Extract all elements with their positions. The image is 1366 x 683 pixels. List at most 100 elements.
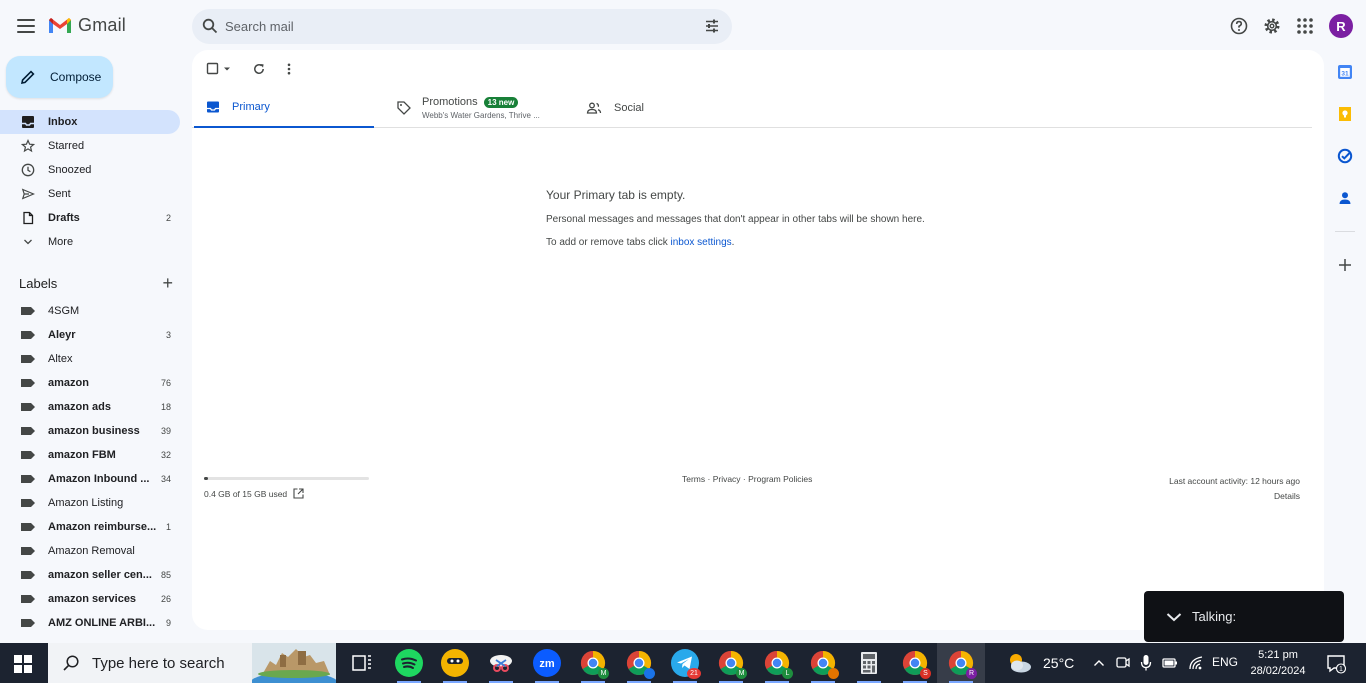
label-name: amazon FBM	[48, 449, 116, 461]
chrome-profile-icon[interactable]: M	[579, 649, 609, 679]
labels-list: 4SGM Aleyr 3 Altex amazon 76 amazon ads 18 amazo…	[0, 299, 180, 635]
sidebar-item-inbox[interactable]: Inbox	[0, 110, 180, 134]
chrome-profile-icon[interactable]: S	[901, 649, 931, 679]
taskbar-clock[interactable]: 5:21 pm 28/02/2024	[1248, 647, 1308, 679]
label-count: 9	[165, 618, 171, 628]
sidebar-label-item[interactable]: 4SGM	[0, 299, 180, 323]
sidebar-label-item[interactable]: amazon services 26	[0, 587, 180, 611]
sidebar-label-item[interactable]: Altex	[0, 347, 180, 371]
sidebar-item-drafts[interactable]: Drafts 2	[0, 206, 180, 230]
chrome-profile-icon[interactable]	[809, 649, 839, 679]
help-icon[interactable]	[1229, 16, 1249, 36]
search-options-icon[interactable]	[704, 18, 720, 34]
send-icon	[20, 186, 36, 202]
inbox-settings-link[interactable]: inbox settings	[671, 237, 732, 248]
gmail-m-icon	[49, 17, 71, 33]
storage-meter-fill	[204, 477, 209, 480]
label-count: 85	[160, 570, 171, 580]
chrome-profile-icon[interactable]: R	[947, 649, 977, 679]
sidebar-item-count: 2	[165, 213, 171, 223]
battery-icon[interactable]	[1162, 656, 1178, 670]
sidebar-item-sent[interactable]: Sent	[0, 182, 180, 206]
taskbar-search-box[interactable]: Type here to search	[48, 643, 336, 683]
settings-gear-icon[interactable]	[1262, 16, 1282, 36]
contacts-icon[interactable]	[1337, 190, 1353, 206]
sidebar-label-item[interactable]: Amazon reimburse... 1	[0, 515, 180, 539]
sidebar-item-starred[interactable]: Starred	[0, 134, 180, 158]
tab-primary[interactable]: Primary	[194, 88, 374, 128]
sidebar-label-item[interactable]: amazon ads 18	[0, 395, 180, 419]
notification-center-icon[interactable]: 1	[1326, 654, 1347, 677]
tasks-icon[interactable]	[1337, 148, 1353, 164]
weather-widget[interactable]: 25°C	[1005, 651, 1074, 675]
sidebar-item-label: More	[48, 236, 74, 248]
label-count: 34	[160, 474, 171, 484]
add-addon-plus-icon[interactable]	[1337, 257, 1353, 273]
select-dropdown-icon[interactable]	[222, 64, 232, 74]
create-label-plus-icon[interactable]: +	[162, 274, 173, 292]
empty-state: Your Primary tab is empty. Personal mess…	[546, 188, 1046, 248]
calendar-icon[interactable]: 31	[1337, 64, 1353, 80]
sidebar-label-item[interactable]: amazon business 39	[0, 419, 180, 443]
search-input[interactable]	[225, 9, 685, 44]
chrome-profile-badge	[828, 668, 839, 679]
sidebar-label-item[interactable]: amazon seller cen... 85	[0, 563, 180, 587]
sidebar-label-item[interactable]: Aleyr 3	[0, 323, 180, 347]
chrome-profile-icon[interactable]: L	[763, 649, 793, 679]
details-link[interactable]: Details	[1169, 489, 1300, 504]
clock-date: 28/02/2024	[1250, 665, 1306, 677]
label-name: Amazon Removal	[48, 545, 135, 557]
keep-icon[interactable]	[1337, 106, 1353, 122]
label-name: amazon	[48, 377, 89, 389]
sidebar-label-item[interactable]: amazon FBM 32	[0, 443, 180, 467]
wifi-icon[interactable]	[1188, 655, 1204, 671]
chevron-down-icon[interactable]	[1166, 611, 1182, 623]
microphone-icon[interactable]	[1140, 654, 1152, 672]
clock-icon	[20, 162, 36, 178]
search-icon[interactable]	[202, 18, 218, 34]
game-app-icon[interactable]	[441, 649, 469, 677]
label-tag-icon	[21, 307, 35, 315]
select-checkbox-icon[interactable]	[206, 62, 220, 76]
sidebar-item-more[interactable]: More	[0, 230, 180, 254]
label-name: Amazon Listing	[48, 497, 124, 509]
sidebar-label-item[interactable]: Amazon Listing	[0, 491, 180, 515]
category-tabs: Primary Promotions 13 new Webb's Water G…	[192, 88, 1312, 128]
sidebar-label-item[interactable]: amazon 76	[0, 371, 180, 395]
telegram-icon[interactable]: 21	[671, 649, 701, 679]
refresh-icon[interactable]	[252, 62, 266, 76]
talking-toast[interactable]: Talking:	[1144, 591, 1344, 642]
footer-links[interactable]: Terms · Privacy · Program Policies	[682, 474, 812, 484]
more-options-icon[interactable]	[282, 62, 296, 76]
sidebar-label-item[interactable]: Amazon Removal	[0, 539, 180, 563]
windows-start-icon[interactable]	[14, 655, 32, 673]
gmail-logo[interactable]: Gmail	[48, 15, 126, 36]
spotify-icon[interactable]	[395, 649, 423, 677]
task-view-icon[interactable]	[348, 649, 376, 677]
label-tag-icon	[21, 475, 35, 483]
sidebar-label-item[interactable]: AMZ ONLINE ARBI... 9	[0, 611, 180, 635]
calculator-icon[interactable]	[855, 649, 883, 677]
chrome-profile-badge: S	[920, 668, 931, 679]
search-bar[interactable]	[192, 9, 732, 44]
chrome-profile-badge: M	[598, 668, 609, 679]
compose-label: Compose	[50, 70, 102, 84]
chevron-down-icon	[20, 234, 36, 250]
compose-button[interactable]: Compose	[6, 56, 113, 98]
snipping-tool-icon[interactable]	[487, 649, 515, 677]
chrome-profile-icon[interactable]: M	[717, 649, 747, 679]
tab-social[interactable]: Social	[582, 88, 702, 128]
chrome-profile-icon[interactable]	[625, 649, 655, 679]
account-avatar[interactable]: R	[1329, 14, 1353, 38]
camera-in-use-icon[interactable]	[1116, 655, 1130, 671]
tab-promotions[interactable]: Promotions 13 new Webb's Water Gardens, …	[392, 88, 572, 128]
zoom-icon[interactable]: zm	[533, 649, 561, 677]
main-menu-icon[interactable]	[14, 14, 38, 38]
google-apps-icon[interactable]	[1295, 16, 1315, 36]
chevron-up-icon[interactable]	[1093, 657, 1105, 669]
open-external-icon[interactable]	[293, 488, 304, 499]
sidebar-item-snoozed[interactable]: Snoozed	[0, 158, 180, 182]
input-language[interactable]: ENG	[1212, 655, 1238, 669]
sidebar-label-item[interactable]: Amazon Inbound ... 34	[0, 467, 180, 491]
inbox-icon	[20, 114, 36, 130]
